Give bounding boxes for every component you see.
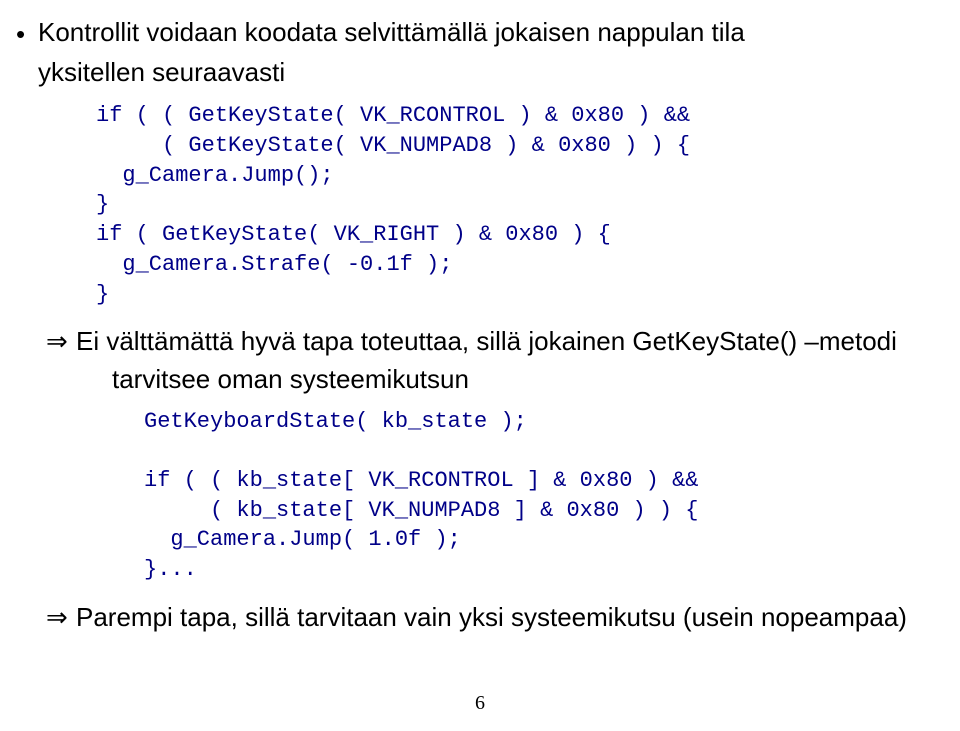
bullet-dot-icon: •	[16, 14, 38, 54]
arrow2-text-line1: Parempi tapa, sillä tarvitaan vain yksi …	[76, 599, 920, 637]
slide-page: • Kontrollit voidaan koodata selvittämäl…	[0, 0, 960, 731]
code-block-1: if ( ( GetKeyState( VK_RCONTROL ) & 0x80…	[96, 101, 920, 309]
page-number: 6	[0, 692, 960, 715]
bullet-text-line2: yksitellen seuraavasti	[16, 54, 920, 92]
arrow-right-icon: ⇒	[46, 599, 76, 637]
arrow-text-line1: Ei välttämättä hyvä tapa toteuttaa, sill…	[76, 323, 920, 361]
arrow-right-icon: ⇒	[46, 323, 76, 361]
code-block-2: GetKeyboardState( kb_state ); if ( ( kb_…	[144, 407, 920, 585]
arrow-text-line2: tarvitsee oman systeemikutsun	[16, 361, 920, 399]
arrow-item-2: ⇒ Parempi tapa, sillä tarvitaan vain yks…	[46, 599, 920, 637]
bullet-item-1: • Kontrollit voidaan koodata selvittämäl…	[16, 14, 920, 54]
arrow-item-1: ⇒ Ei välttämättä hyvä tapa toteuttaa, si…	[46, 323, 920, 361]
bullet-text-line1: Kontrollit voidaan koodata selvittämällä…	[38, 14, 920, 52]
